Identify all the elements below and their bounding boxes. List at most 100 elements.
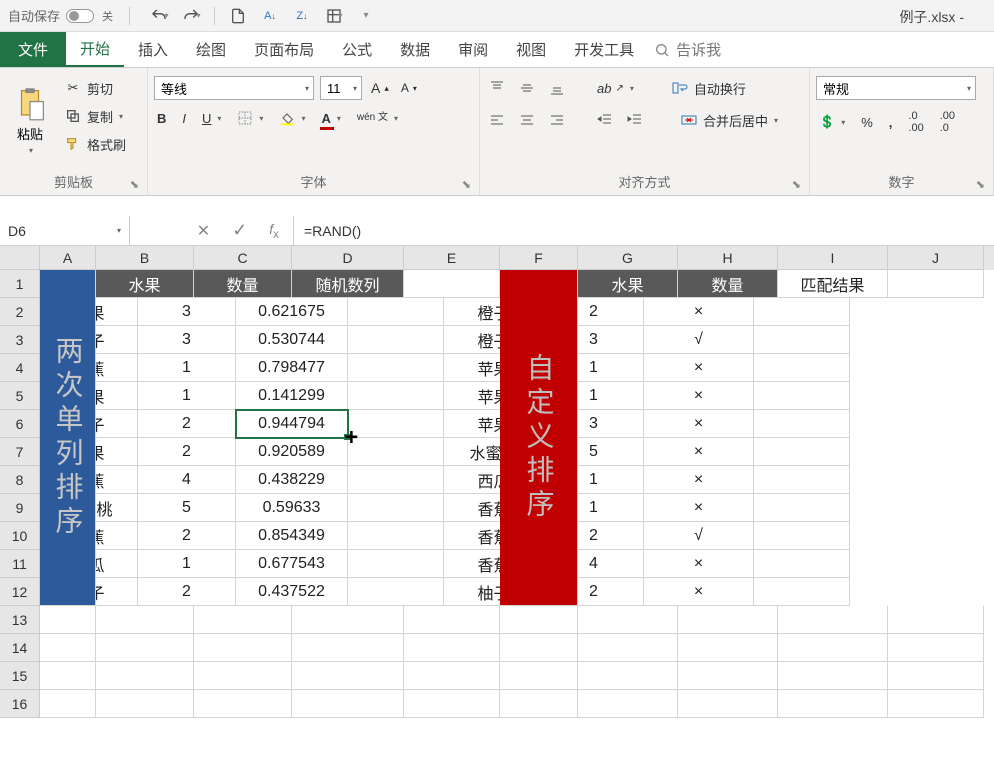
- cell-I12[interactable]: ×: [644, 578, 754, 606]
- cell-C6[interactable]: 2: [138, 410, 236, 438]
- row-header[interactable]: 9: [0, 494, 40, 522]
- cell-E11[interactable]: [348, 550, 444, 578]
- cell-H1[interactable]: 数量: [678, 270, 778, 298]
- row-header[interactable]: 8: [0, 466, 40, 494]
- column-header-G[interactable]: G: [578, 246, 678, 270]
- column-header-E[interactable]: E: [404, 246, 500, 270]
- cell-D16[interactable]: [292, 690, 404, 718]
- cell-D4[interactable]: 0.798477: [236, 354, 348, 382]
- cell-C4[interactable]: 1: [138, 354, 236, 382]
- cell-F1[interactable]: 自定义排序: [500, 270, 578, 606]
- align-middle-button[interactable]: [516, 78, 538, 98]
- tab-formulas[interactable]: 公式: [328, 32, 386, 67]
- cell-D5[interactable]: 0.141299: [236, 382, 348, 410]
- column-header-D[interactable]: D: [292, 246, 404, 270]
- borders-button[interactable]: ▾: [234, 108, 266, 128]
- cut-button[interactable]: ✂剪切: [60, 76, 129, 100]
- cell-D15[interactable]: [292, 662, 404, 690]
- cell-H16[interactable]: [678, 690, 778, 718]
- cell-E7[interactable]: [348, 438, 444, 466]
- cell-A1[interactable]: 两次单列排序: [40, 270, 96, 606]
- cell-I16[interactable]: [778, 690, 888, 718]
- worksheet-grid[interactable]: ABCDEFGHIJ 1水果数量随机数列水果数量匹配结果2苹果30.621675…: [0, 246, 994, 718]
- phonetic-button[interactable]: wén 文▾: [354, 111, 401, 125]
- wrap-text-button[interactable]: 自动换行: [667, 76, 749, 100]
- cell-G15[interactable]: [578, 662, 678, 690]
- cell-I10[interactable]: √: [644, 522, 754, 550]
- font-size-select[interactable]: 11▾: [320, 76, 362, 100]
- qat-customize-button[interactable]: ▾: [353, 3, 379, 29]
- cell-E10[interactable]: [348, 522, 444, 550]
- cell-A15[interactable]: [40, 662, 96, 690]
- cell-J9[interactable]: [754, 494, 850, 522]
- tab-view[interactable]: 视图: [502, 32, 560, 67]
- accounting-format-button[interactable]: 💲▾: [816, 112, 848, 132]
- cell-J12[interactable]: [754, 578, 850, 606]
- tab-file[interactable]: 文件: [0, 32, 66, 67]
- cell-C7[interactable]: 2: [138, 438, 236, 466]
- row-header[interactable]: 3: [0, 326, 40, 354]
- orientation-button[interactable]: ab↗▾: [594, 79, 637, 98]
- align-right-button[interactable]: [546, 110, 568, 130]
- cell-A13[interactable]: [40, 606, 96, 634]
- cell-C2[interactable]: 3: [138, 298, 236, 326]
- underline-button[interactable]: U▾: [199, 109, 224, 128]
- cell-J1[interactable]: [888, 270, 984, 298]
- cell-B15[interactable]: [96, 662, 194, 690]
- fill-handle[interactable]: [344, 434, 350, 440]
- cell-B13[interactable]: [96, 606, 194, 634]
- cell-J2[interactable]: [754, 298, 850, 326]
- font-dialog-launcher[interactable]: ⬊: [462, 178, 471, 191]
- column-header-A[interactable]: A: [40, 246, 96, 270]
- cell-C10[interactable]: 2: [138, 522, 236, 550]
- cell-D13[interactable]: [292, 606, 404, 634]
- cell-D10[interactable]: 0.854349: [236, 522, 348, 550]
- cell-J4[interactable]: [754, 354, 850, 382]
- cell-G16[interactable]: [578, 690, 678, 718]
- column-header-J[interactable]: J: [888, 246, 984, 270]
- cell-I8[interactable]: ×: [644, 466, 754, 494]
- cell-C13[interactable]: [194, 606, 292, 634]
- row-header[interactable]: 15: [0, 662, 40, 690]
- tab-home[interactable]: 开始: [66, 32, 124, 67]
- increase-decimal-button[interactable]: .0.00: [905, 108, 926, 136]
- cell-E16[interactable]: [404, 690, 500, 718]
- cell-C14[interactable]: [194, 634, 292, 662]
- paste-button[interactable]: 粘贴▾: [6, 72, 54, 169]
- cell-C5[interactable]: 1: [138, 382, 236, 410]
- cell-A16[interactable]: [40, 690, 96, 718]
- number-dialog-launcher[interactable]: ⬊: [976, 178, 985, 191]
- cell-D6[interactable]: 0.944794+: [236, 410, 348, 438]
- cell-D9[interactable]: 0.59633: [236, 494, 348, 522]
- cell-E12[interactable]: [348, 578, 444, 606]
- cell-D11[interactable]: 0.677543: [236, 550, 348, 578]
- cell-I9[interactable]: ×: [644, 494, 754, 522]
- autosave-toggle[interactable]: 自动保存 关: [8, 6, 113, 25]
- cell-F13[interactable]: [500, 606, 578, 634]
- cell-G14[interactable]: [578, 634, 678, 662]
- decrease-font-button[interactable]: A▾: [398, 79, 420, 97]
- cell-D3[interactable]: 0.530744: [236, 326, 348, 354]
- cell-I15[interactable]: [778, 662, 888, 690]
- increase-indent-button[interactable]: [624, 110, 646, 130]
- cell-I7[interactable]: ×: [644, 438, 754, 466]
- cell-B1[interactable]: 水果: [96, 270, 194, 298]
- cell-J11[interactable]: [754, 550, 850, 578]
- tab-data[interactable]: 数据: [386, 32, 444, 67]
- cell-I11[interactable]: ×: [644, 550, 754, 578]
- cell-E5[interactable]: [348, 382, 444, 410]
- cell-D12[interactable]: 0.437522: [236, 578, 348, 606]
- cell-J14[interactable]: [888, 634, 984, 662]
- cell-J6[interactable]: [754, 410, 850, 438]
- cell-E13[interactable]: [404, 606, 500, 634]
- column-header-F[interactable]: F: [500, 246, 578, 270]
- cell-B16[interactable]: [96, 690, 194, 718]
- cell-E6[interactable]: [348, 410, 444, 438]
- align-left-button[interactable]: [486, 110, 508, 130]
- number-format-select[interactable]: 常规▾: [816, 76, 976, 100]
- row-header[interactable]: 4: [0, 354, 40, 382]
- font-name-select[interactable]: 等线▾: [154, 76, 314, 100]
- alignment-dialog-launcher[interactable]: ⬊: [792, 178, 801, 191]
- decrease-indent-button[interactable]: [594, 110, 616, 130]
- cell-I6[interactable]: ×: [644, 410, 754, 438]
